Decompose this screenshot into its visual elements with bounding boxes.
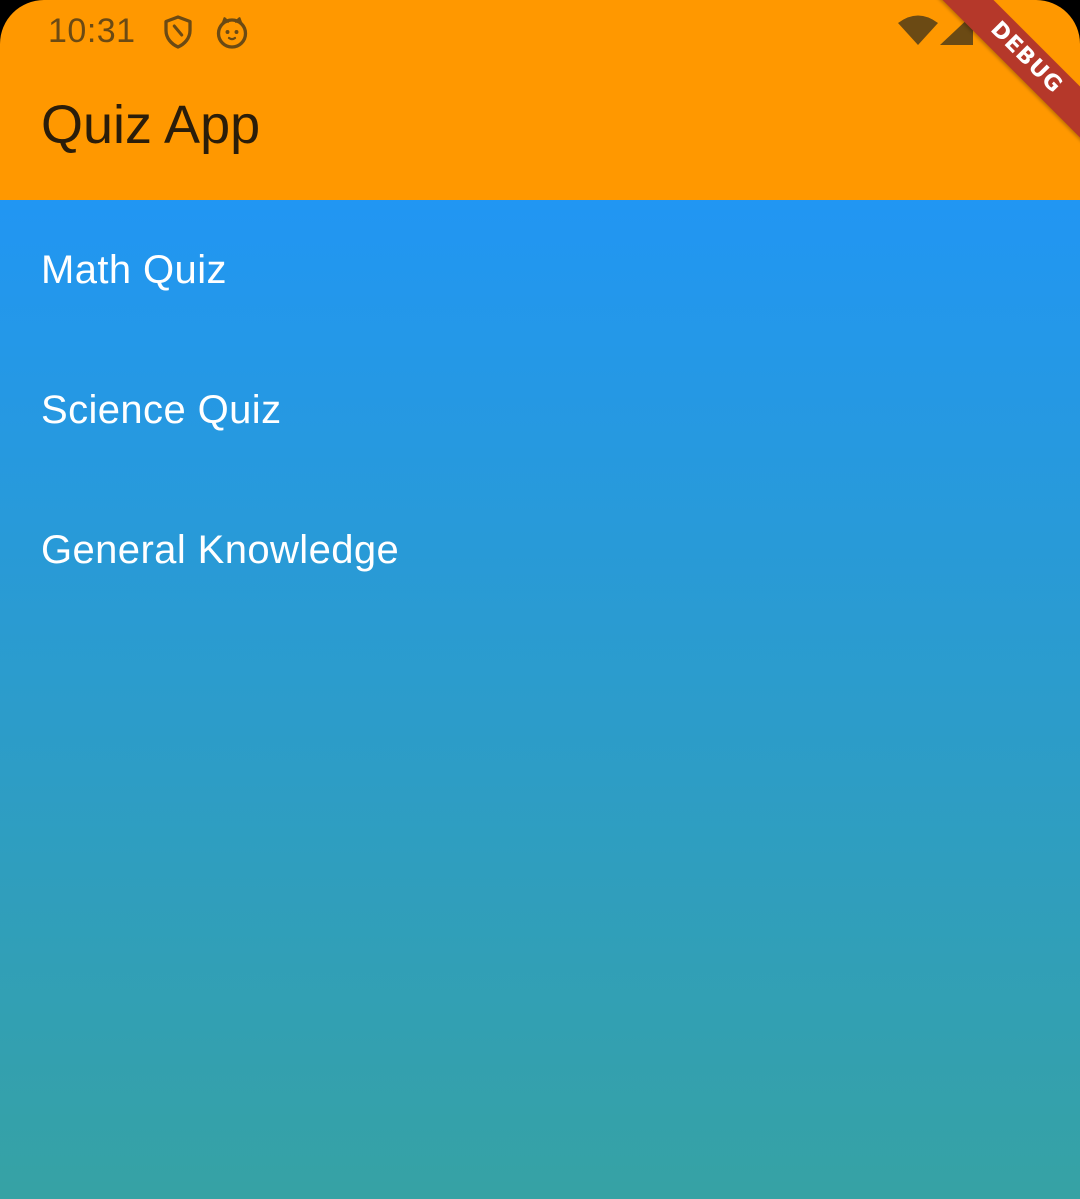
status-time: 10:31 bbox=[48, 12, 136, 50]
cat-icon bbox=[214, 14, 250, 55]
wifi-icon bbox=[898, 14, 938, 51]
status-bar: 10:31 bbox=[0, 0, 1080, 64]
app-bar: 10:31 Quiz App DEBUG bbox=[0, 0, 1080, 200]
app-title: Quiz App bbox=[41, 95, 261, 155]
shield-icon bbox=[160, 14, 196, 55]
quiz-list: Math Quiz Science Quiz General Knowledge bbox=[0, 200, 1080, 620]
quiz-item-general-knowledge[interactable]: General Knowledge bbox=[0, 480, 1080, 620]
quiz-list-body: Math Quiz Science Quiz General Knowledge bbox=[0, 200, 1080, 1199]
quiz-item-math[interactable]: Math Quiz bbox=[0, 200, 1080, 340]
quiz-item-science[interactable]: Science Quiz bbox=[0, 340, 1080, 480]
phone-screen: 10:31 Quiz App DEBUG Math Quiz Science Q… bbox=[0, 0, 1080, 1199]
